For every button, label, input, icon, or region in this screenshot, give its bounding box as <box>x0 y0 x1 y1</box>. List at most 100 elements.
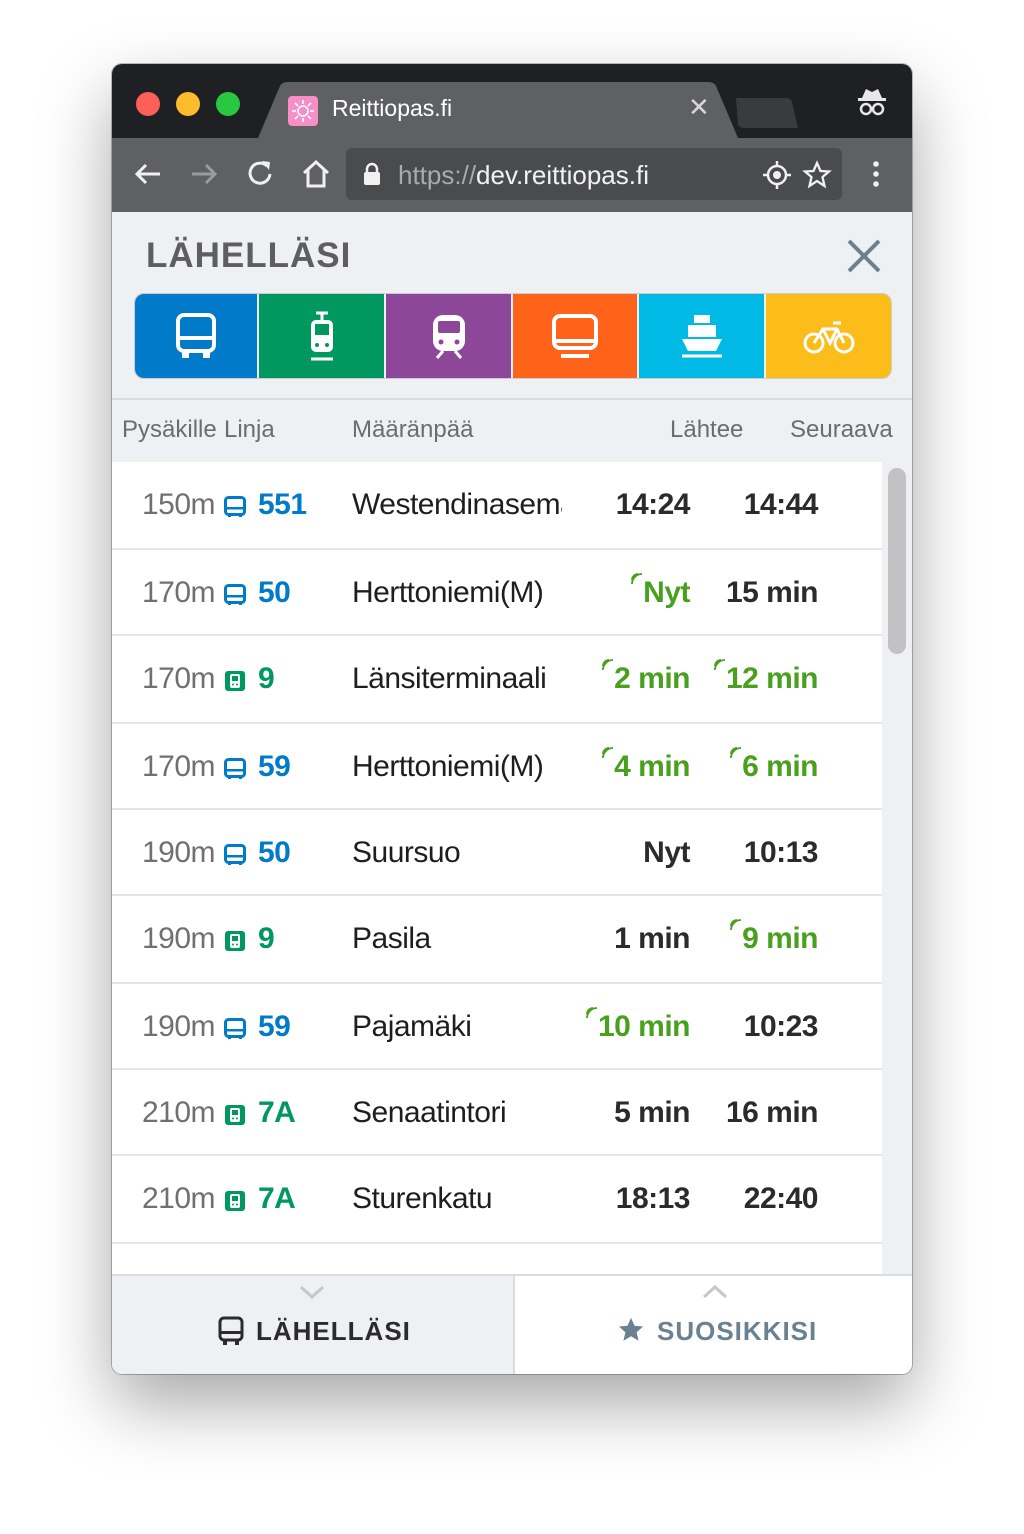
next-departure-time: 12 min <box>713 659 819 696</box>
column-header-line: Linja <box>224 416 275 443</box>
tab-favourites[interactable]: SUOSIKKISI <box>513 1276 912 1374</box>
realtime-signal-icon <box>602 747 614 759</box>
departure-time: 18:13 <box>615 1182 691 1215</box>
table-row[interactable]: 170m 9 Länsiterminaali 2 min 12 min <box>112 636 882 724</box>
bus-icon <box>224 496 246 518</box>
column-header-next: Seuraava <box>790 416 893 443</box>
stop-distance: 210m <box>142 1096 216 1129</box>
realtime-signal-icon <box>730 747 742 759</box>
destination: Sturenkatu <box>352 1182 493 1215</box>
next-departure-time: 16 min <box>725 1096 819 1129</box>
mode-button-citybike[interactable] <box>766 294 891 378</box>
browser-toolbar: https://dev.reittiopas.fi <box>112 138 912 213</box>
mode-button-ferry[interactable] <box>638 294 767 378</box>
bus-icon <box>224 584 246 606</box>
bus-icon <box>224 758 246 780</box>
table-row[interactable]: 170m 50 Herttoniemi(M) Nyt 15 min <box>112 550 882 636</box>
bookmark-star-icon[interactable] <box>802 160 832 190</box>
realtime-signal-icon <box>586 1007 597 1019</box>
line-number: 59 <box>258 1010 291 1043</box>
table-row[interactable]: 170m 59 Herttoniemi(M) 4 min 6 min <box>112 724 882 810</box>
browser-tab[interactable]: Reittiopas.fi ✕ <box>258 82 738 138</box>
next-departure-time: 9 min <box>729 919 818 956</box>
close-icon[interactable] <box>844 236 884 276</box>
lock-icon <box>364 162 380 185</box>
mode-button-rail[interactable] <box>386 294 513 378</box>
location-icon[interactable] <box>762 160 792 190</box>
table-row[interactable] <box>112 1244 882 1274</box>
url-scheme: https:// <box>398 160 477 190</box>
mode-button-bus[interactable] <box>135 294 259 378</box>
departure-time: Nyt <box>643 836 690 869</box>
stop-distance: 170m <box>142 576 216 609</box>
destination: Pajamäki <box>352 1010 472 1043</box>
departure-list[interactable]: 150m 551 Westendinasema 14:24 14:44 170m… <box>112 462 882 1274</box>
tab-close-icon[interactable]: ✕ <box>688 92 710 123</box>
table-row[interactable]: 190m 9 Pasila 1 min 9 min <box>112 896 882 984</box>
table-row[interactable]: 210m 7A Senaatintori 5 min 16 min <box>112 1070 882 1156</box>
favicon-icon <box>288 96 318 126</box>
destination: Senaatintori <box>352 1096 507 1129</box>
mode-button-tram[interactable] <box>258 294 387 378</box>
tab-shape <box>258 82 738 138</box>
tab-favourites-label: SUOSIKKISI <box>657 1316 818 1346</box>
table-row[interactable]: 150m 551 Westendinasema 14:24 14:44 <box>112 462 882 550</box>
minimize-window-button[interactable] <box>176 92 200 116</box>
line-number: 7A <box>258 1182 296 1215</box>
departure-time: 10 min <box>585 1007 691 1044</box>
realtime-signal-icon <box>631 573 643 585</box>
scrollbar-thumb[interactable] <box>888 468 906 654</box>
next-departure-time: 10:23 <box>743 1010 819 1043</box>
home-icon[interactable] <box>298 156 334 192</box>
bus-icon <box>218 1316 244 1345</box>
url-host: dev.reittiopas.fi <box>476 160 649 190</box>
zoom-window-button[interactable] <box>216 92 240 116</box>
line-number: 50 <box>258 576 291 609</box>
departure-time: 14:24 <box>615 488 691 521</box>
ferry-icon <box>681 315 722 358</box>
bus-icon <box>224 844 246 866</box>
stop-distance: 190m <box>142 922 216 955</box>
bottom-tab-bar: LÄHELLÄSI SUOSIKKISI <box>112 1274 912 1374</box>
next-departure-time: 6 min <box>729 747 818 784</box>
table-row[interactable]: 190m 59 Pajamäki 10 min 10:23 <box>112 984 882 1070</box>
tram-icon <box>224 1104 246 1126</box>
rail-icon <box>432 315 465 359</box>
line-number: 9 <box>258 662 275 695</box>
tram-icon <box>310 311 333 361</box>
incognito-icon <box>858 89 886 116</box>
tab-nearby[interactable]: LÄHELLÄSI <box>112 1276 512 1374</box>
address-bar[interactable]: https://dev.reittiopas.fi <box>346 148 842 200</box>
reload-icon[interactable] <box>242 156 278 192</box>
stop-distance: 190m <box>142 836 216 869</box>
subway-icon <box>551 314 598 358</box>
tab-title: Reittiopas.fi <box>332 95 453 121</box>
table-row[interactable]: 190m 50 Suursuo Nyt 10:13 <box>112 810 882 896</box>
tab-strip: Reittiopas.fi ✕ <box>112 64 912 138</box>
transport-mode-filter <box>134 293 892 379</box>
url-text: https://dev.reittiopas.fi <box>398 160 649 191</box>
tram-icon <box>224 1190 246 1212</box>
nearby-panel: LÄHELLÄSI Pysäkille Linja Määränpää Läht… <box>112 212 912 1374</box>
line-number: 551 <box>258 488 307 521</box>
next-departure-time: 14:44 <box>743 488 819 521</box>
mode-button-subway[interactable] <box>513 294 639 378</box>
close-window-button[interactable] <box>136 92 160 116</box>
line-number: 9 <box>258 922 275 955</box>
next-departure-time: 15 min <box>725 576 819 609</box>
table-row[interactable]: 210m 7A Sturenkatu 18:13 22:40 <box>112 1156 882 1244</box>
departure-time: 5 min <box>614 1096 690 1129</box>
column-header-departs: Lähtee <box>670 416 744 443</box>
back-icon[interactable] <box>130 156 166 192</box>
browser-window: Reittiopas.fi ✕ https://dev.reittiopas.f… <box>112 64 912 1374</box>
menu-icon[interactable] <box>858 156 894 192</box>
departure-time: Nyt <box>630 573 690 610</box>
chevron-down-icon <box>299 1285 325 1300</box>
line-number: 7A <box>258 1096 296 1129</box>
new-tab-button[interactable] <box>732 98 798 128</box>
line-number: 50 <box>258 836 291 869</box>
next-departure-time: 10:13 <box>743 836 819 869</box>
forward-icon[interactable] <box>186 156 222 192</box>
stop-distance: 170m <box>142 750 216 783</box>
realtime-signal-icon <box>730 919 742 931</box>
